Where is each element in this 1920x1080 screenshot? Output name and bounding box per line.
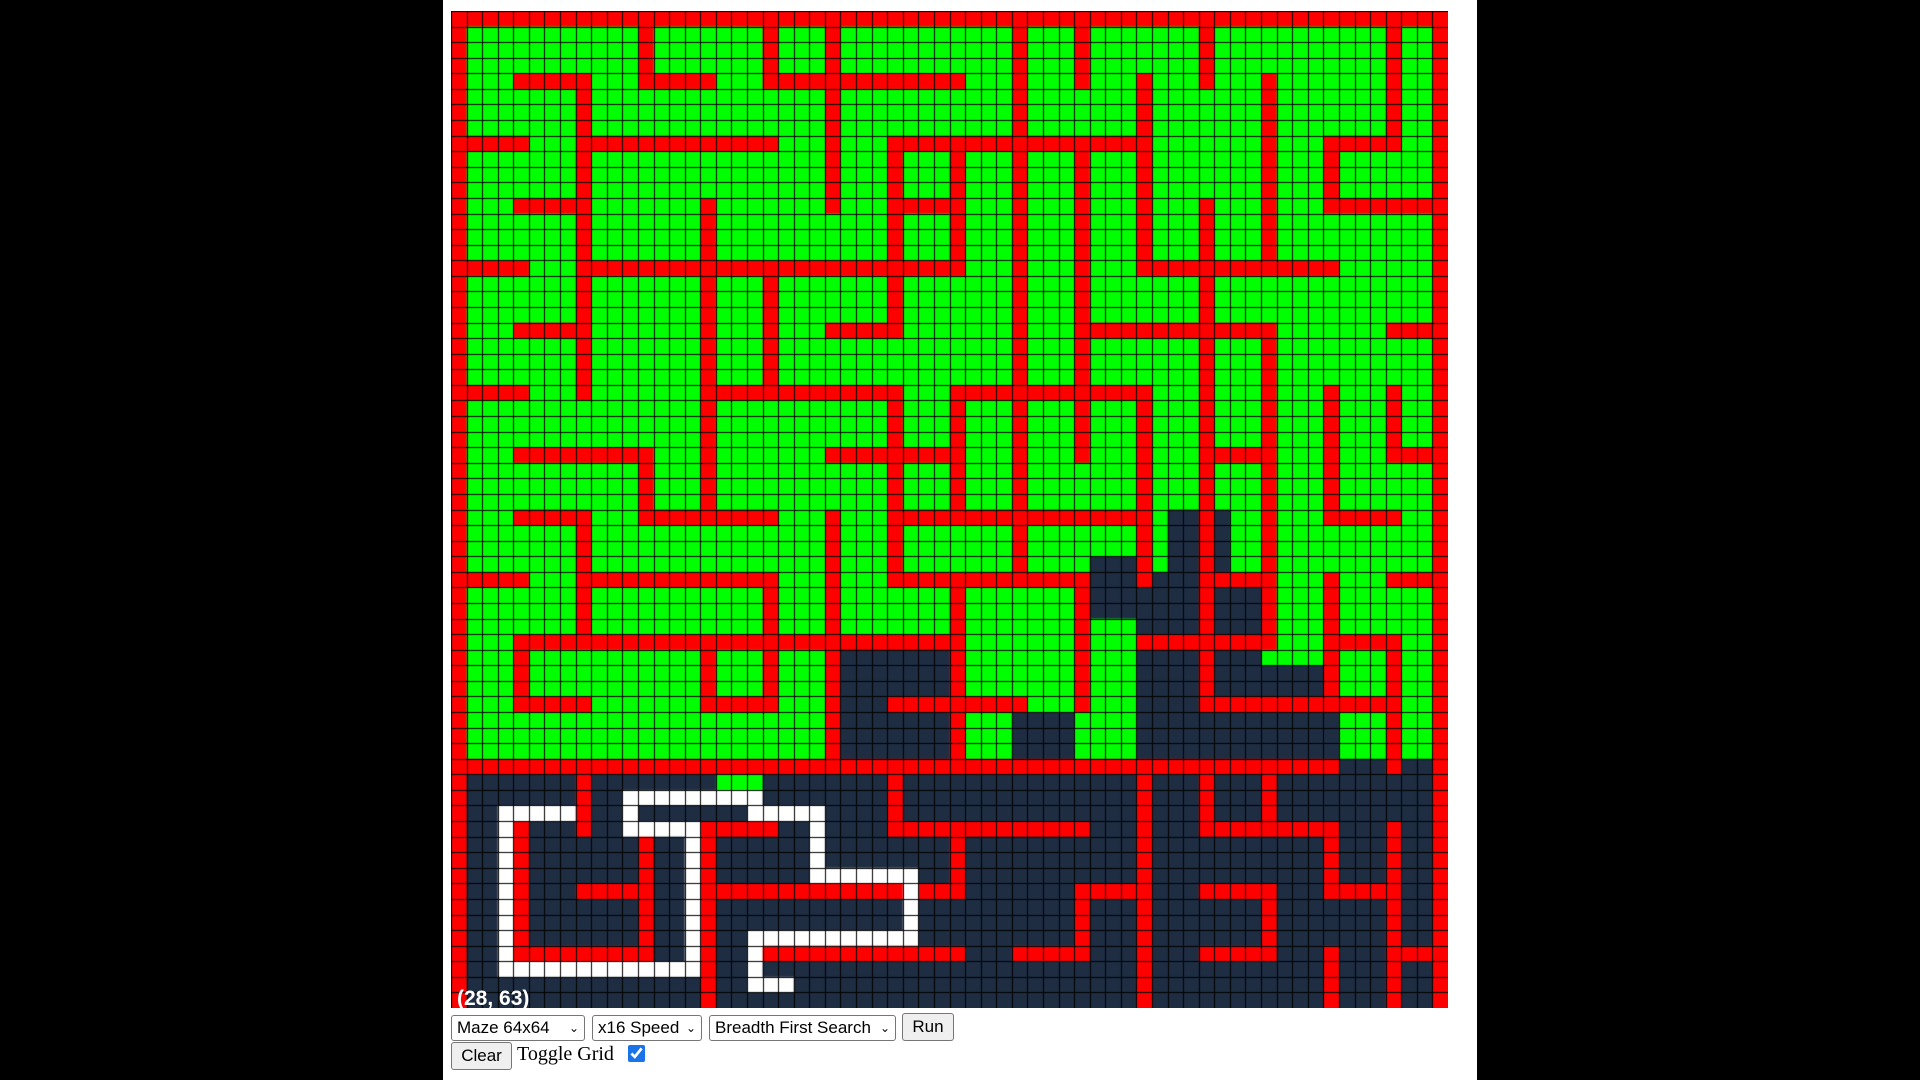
maze-size-select-value: Maze 64x64 — [457, 1018, 550, 1037]
run-button[interactable]: Run — [902, 1013, 954, 1041]
maze-canvas[interactable] — [451, 11, 1448, 1008]
algorithm-select[interactable]: Breadth First Search ⌄ — [709, 1015, 896, 1041]
toggle-grid-checkbox[interactable] — [628, 1045, 645, 1062]
clear-button[interactable]: Clear — [451, 1042, 512, 1070]
speed-select[interactable]: x16 Speed ⌄ — [592, 1015, 702, 1041]
maze-board: (28, 63) — [451, 11, 1448, 1010]
maze-size-select[interactable]: Maze 64x64 ⌄ — [451, 1015, 585, 1041]
toggle-grid-label: Toggle Grid — [517, 1043, 614, 1065]
coordinate-readout: (28, 63) — [457, 987, 530, 1010]
chevron-down-icon: ⌄ — [685, 1021, 696, 1035]
algorithm-select-value: Breadth First Search — [715, 1018, 871, 1037]
chevron-down-icon: ⌄ — [568, 1021, 579, 1035]
chevron-down-icon: ⌄ — [879, 1021, 890, 1035]
speed-select-value: x16 Speed — [598, 1018, 680, 1037]
